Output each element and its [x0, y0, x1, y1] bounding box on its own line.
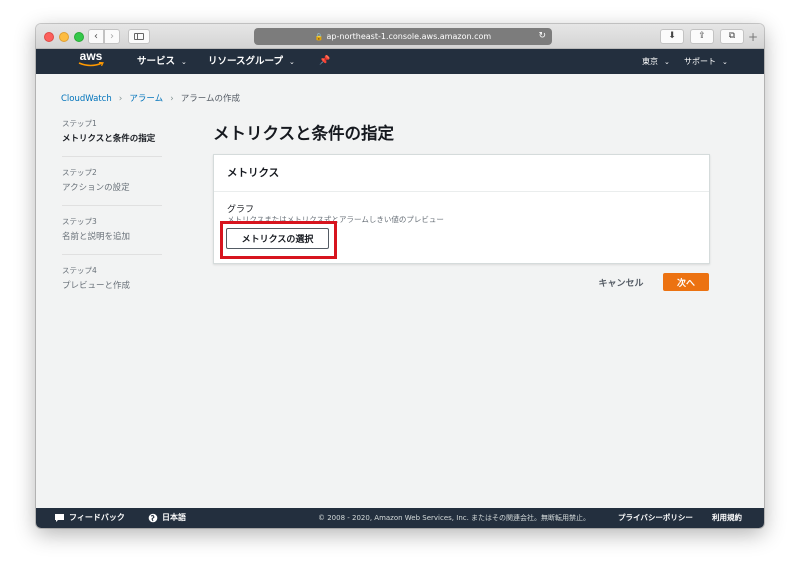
breadcrumb-alarms[interactable]: アラーム	[129, 94, 163, 104]
globe-icon	[148, 513, 158, 522]
cancel-button[interactable]: キャンセル	[591, 274, 651, 291]
breadcrumb-cloudwatch[interactable]: CloudWatch	[61, 94, 112, 104]
chevron-down-icon: ⌄	[722, 58, 728, 66]
step-4[interactable]: ステップ4 プレビューと作成	[62, 265, 162, 303]
panel-title: メトリクス	[214, 155, 709, 192]
region-selector[interactable]: 東京 ⌄	[642, 49, 670, 74]
step-number: ステップ3	[62, 217, 97, 226]
step-3[interactable]: ステップ3 名前と説明を追加	[62, 216, 162, 255]
minimize-window-button[interactable]	[59, 32, 69, 42]
language-label: 日本語	[162, 513, 186, 522]
terms-of-use-link[interactable]: 利用規約	[712, 508, 742, 528]
services-label: サービス	[137, 56, 176, 67]
chevron-down-icon: ⌄	[664, 58, 670, 66]
address-bar[interactable]: 🔒 ap-northeast-1.console.aws.amazon.com ↻	[254, 28, 552, 45]
maximize-window-button[interactable]	[74, 32, 84, 42]
chevron-down-icon: ⌄	[288, 58, 295, 66]
language-selector[interactable]: 日本語	[148, 508, 186, 528]
show-tabs-button[interactable]: ⧉	[720, 29, 744, 44]
url-text: ap-northeast-1.console.aws.amazon.com	[326, 32, 492, 41]
graph-description: メトリクスまたはメトリクス式とアラームしきい値のプレビュー	[227, 215, 444, 224]
aws-logo[interactable]: aws	[76, 50, 106, 72]
wizard-steps: ステップ1 メトリクスと条件の指定 ステップ2 アクションの設定 ステップ3 名…	[62, 118, 162, 313]
close-window-button[interactable]	[44, 32, 54, 42]
step-2[interactable]: ステップ2 アクションの設定	[62, 167, 162, 206]
privacy-policy-link[interactable]: プライバシーポリシー	[618, 508, 693, 528]
chevron-right-icon: ›	[118, 94, 123, 104]
aws-logo-text: aws	[79, 49, 103, 63]
step-number: ステップ4	[62, 266, 97, 275]
feedback-label: フィードバック	[69, 513, 125, 522]
breadcrumb: CloudWatch › アラーム › アラームの作成	[61, 92, 240, 104]
step-name: 名前と説明を追加	[62, 232, 131, 242]
browser-window: ‹ › 🔒 ap-northeast-1.console.aws.amazon.c…	[36, 24, 764, 528]
feedback-link[interactable]: フィードバック	[54, 508, 125, 528]
support-menu[interactable]: サポート ⌄	[684, 49, 728, 74]
services-menu[interactable]: サービス ⌄	[137, 49, 187, 74]
step-name: アクションの設定	[62, 183, 130, 193]
back-button[interactable]: ‹	[88, 29, 104, 44]
forward-button[interactable]: ›	[104, 29, 120, 44]
step-1[interactable]: ステップ1 メトリクスと条件の指定	[62, 118, 162, 157]
resource-groups-label: リソースグループ	[208, 56, 283, 67]
aws-top-nav: aws サービス ⌄ リソースグループ ⌄ 📌 東京 ⌄ サポート ⌄	[36, 49, 764, 74]
browser-toolbar: ‹ › 🔒 ap-northeast-1.console.aws.amazon.c…	[36, 24, 764, 49]
step-number: ステップ2	[62, 168, 97, 177]
sidebar-toggle-button[interactable]	[128, 29, 150, 44]
lock-icon: 🔒	[314, 33, 324, 41]
step-name: プレビューと作成	[62, 281, 131, 291]
sidebar-icon	[134, 33, 144, 40]
share-button[interactable]: ⇪	[690, 29, 714, 44]
download-button[interactable]: ⬇	[660, 29, 684, 44]
step-number: ステップ1	[62, 119, 97, 128]
chevron-down-icon: ⌄	[181, 58, 187, 66]
new-tab-button[interactable]: +	[748, 30, 758, 44]
region-label: 東京	[642, 57, 658, 66]
resource-groups-menu[interactable]: リソースグループ ⌄	[208, 49, 295, 74]
chevron-right-icon: ›	[170, 94, 174, 104]
step-name: メトリクスと条件の指定	[62, 134, 156, 144]
copyright-text: © 2008 - 2020, Amazon Web Services, Inc.…	[318, 514, 591, 522]
console-footer: フィードバック 日本語 © 2008 - 2020, Amazon Web Se…	[36, 508, 764, 528]
page-title: メトリクスと条件の指定	[213, 124, 395, 143]
breadcrumb-current: アラームの作成	[180, 94, 240, 104]
pin-icon[interactable]: 📌	[319, 49, 330, 74]
speech-bubble-icon	[55, 513, 64, 522]
support-label: サポート	[684, 57, 716, 66]
next-button[interactable]: 次へ	[663, 273, 709, 291]
select-metric-button[interactable]: メトリクスの選択	[226, 228, 329, 249]
reload-icon[interactable]: ↻	[538, 28, 546, 45]
